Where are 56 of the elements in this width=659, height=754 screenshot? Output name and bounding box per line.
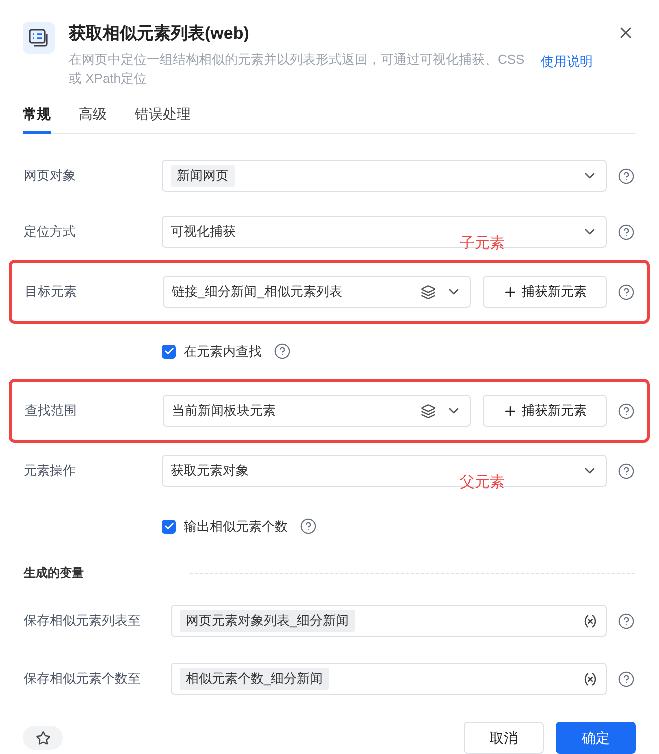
help-icon[interactable] <box>274 343 291 360</box>
field-label: 查找范围 <box>25 402 78 420</box>
list-icon <box>23 22 55 54</box>
capture-element-button[interactable]: 捕获新元素 <box>483 276 607 308</box>
checkbox[interactable] <box>162 344 176 358</box>
check-icon <box>164 521 174 532</box>
plus-icon <box>503 404 518 418</box>
variable-tag: 相似元素个数_细分新闻 <box>180 668 330 690</box>
check-icon <box>164 346 174 357</box>
select-field[interactable]: 新闻网页 <box>162 160 607 192</box>
element-field[interactable]: 链接_细分新闻_相似元素列表 <box>163 276 471 308</box>
confirm-button[interactable]: 确定 <box>556 722 636 754</box>
help-icon[interactable] <box>618 284 635 300</box>
help-icon[interactable] <box>618 462 635 480</box>
field-label: 保存相似元素个数至 <box>24 670 142 688</box>
field-label: 元素操作 <box>24 462 77 480</box>
tab[interactable]: 高级 <box>79 104 107 134</box>
variable-field[interactable]: 网页元素对象列表_细分新闻 <box>171 605 607 637</box>
dialog-description: 在网页中定位一组结构相似的元素并以列表形式返回，可通过可视化捕获、CSS 或 XPath定位 <box>69 51 526 88</box>
variable-tag: 网页元素对象列表_细分新闻 <box>180 610 356 632</box>
help-icon[interactable] <box>618 670 635 688</box>
variable-icon[interactable] <box>583 614 598 628</box>
variable-field[interactable]: 相似元素个数_细分新闻 <box>171 663 607 695</box>
element-value: 当前新闻板块元素 <box>172 402 276 420</box>
layers-icon[interactable] <box>421 284 436 300</box>
element-field[interactable]: 当前新闻板块元素 <box>163 395 471 427</box>
star-icon <box>36 730 50 746</box>
element-value: 链接_细分新闻_相似元素列表 <box>172 283 342 302</box>
layers-icon[interactable] <box>421 404 436 418</box>
help-icon[interactable] <box>618 612 635 630</box>
checkbox-label: 在元素内查找 <box>184 342 262 361</box>
value-tag: 新闻网页 <box>171 165 235 187</box>
capture-element-button[interactable]: 捕获新元素 <box>483 395 607 427</box>
help-icon[interactable] <box>300 518 317 535</box>
tab[interactable]: 错误处理 <box>135 104 191 134</box>
variable-icon[interactable] <box>583 672 598 686</box>
checkbox-label: 输出相似元素个数 <box>184 518 288 536</box>
tab[interactable]: 常规 <box>23 104 51 134</box>
usage-guide-link[interactable]: 使用说明 <box>541 52 593 72</box>
field-label: 目标元素 <box>25 283 78 302</box>
section-title: 生成的变量 <box>24 565 84 582</box>
help-icon[interactable] <box>618 168 635 184</box>
dialog-title: 获取相似元素列表(web) <box>69 23 250 45</box>
field-label: 网页对象 <box>24 167 77 186</box>
annotation-text: 子元素 <box>460 236 505 251</box>
select-value: 可视化捕获 <box>171 223 236 242</box>
favorite-button[interactable] <box>23 726 63 750</box>
field-label: 保存相似元素列表至 <box>24 612 142 630</box>
cancel-button[interactable]: 取消 <box>464 722 544 754</box>
help-icon[interactable] <box>618 224 635 240</box>
help-icon[interactable] <box>618 402 635 420</box>
checkbox[interactable] <box>162 520 176 534</box>
annotation-text: 父元素 <box>460 475 505 490</box>
field-label: 定位方式 <box>24 223 77 242</box>
select-value: 获取元素对象 <box>171 462 249 480</box>
plus-icon <box>503 284 518 300</box>
